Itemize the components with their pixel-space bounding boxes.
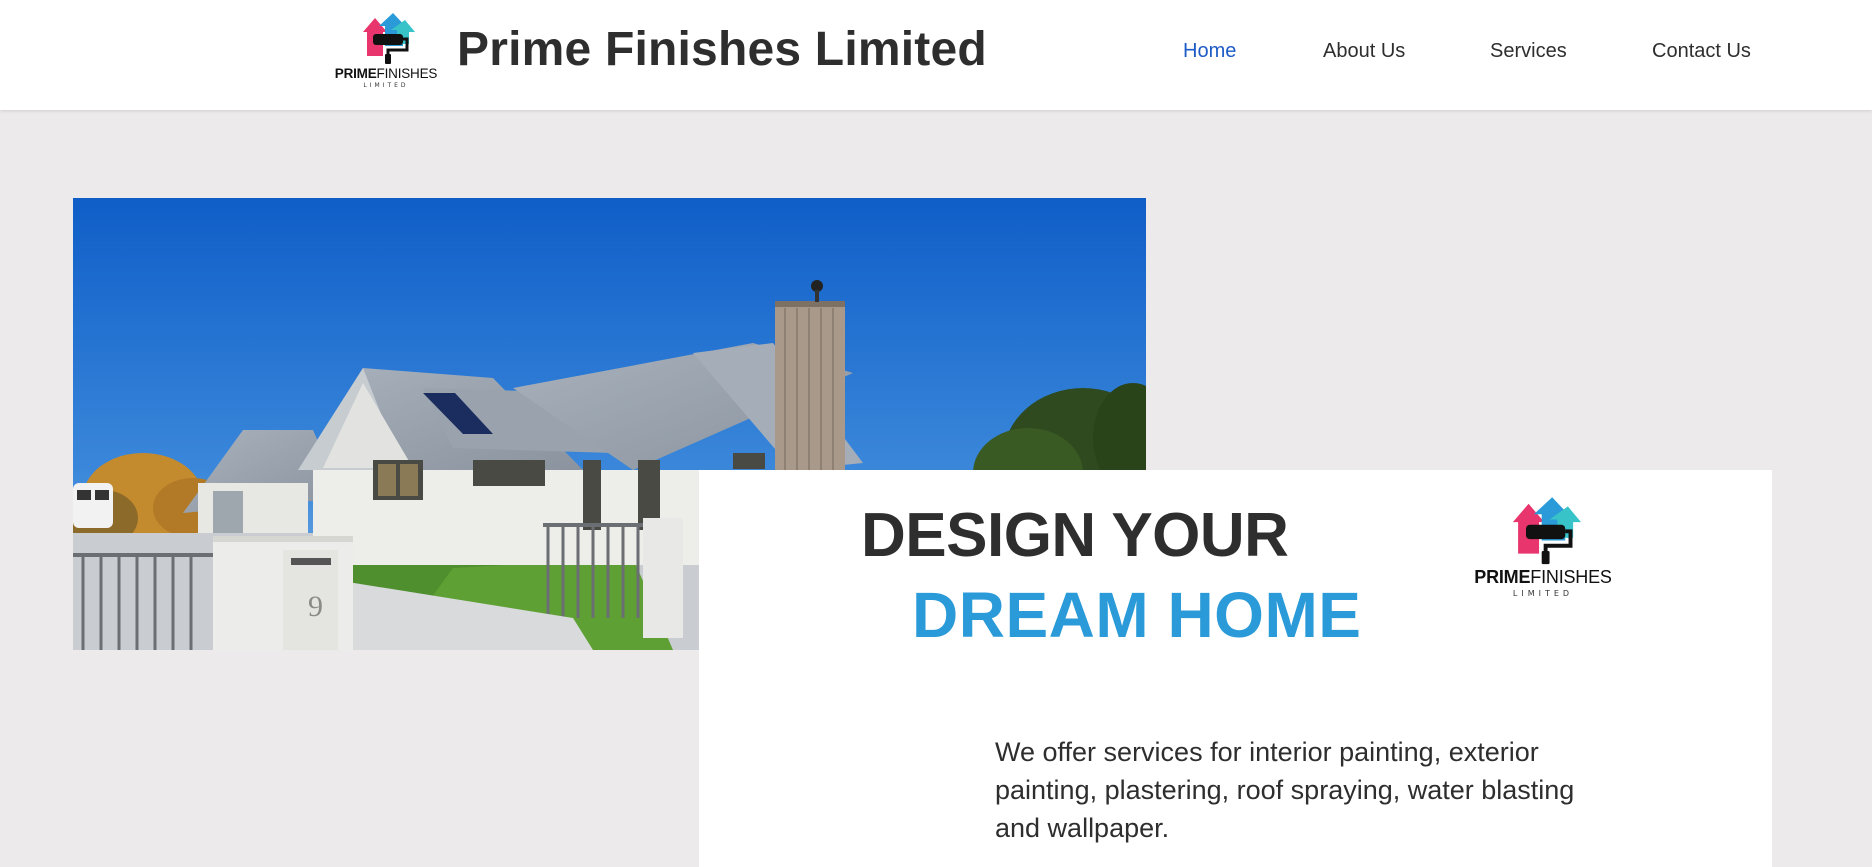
logo-brand-text: PRIMEFINISHES: [1468, 567, 1618, 588]
logo-brand-bold: PRIME: [334, 66, 377, 81]
nav-services[interactable]: Services: [1490, 40, 1567, 63]
logo-brand-bold: PRIME: [1474, 567, 1531, 587]
house-number-text: 9: [308, 590, 323, 623]
nav-home[interactable]: Home: [1183, 40, 1236, 63]
hero-panel: DESIGN YOUR DREAM HOME PRIMEFINISHES LIM…: [699, 470, 1772, 867]
headline-line-2: DREAM HOME: [912, 579, 1362, 651]
main-nav: Home About Us Services Contact Us: [0, 40, 1872, 64]
site-header: PRIMEFINISHES LIMITED Prime Finishes Lim…: [0, 0, 1872, 110]
services-description: We offer services for interior painting,…: [995, 737, 1575, 843]
panel-logo: PRIMEFINISHES LIMITED: [1468, 495, 1618, 598]
logo-brand-text: PRIMEFINISHES: [330, 66, 442, 81]
nav-about-us[interactable]: About Us: [1323, 40, 1405, 63]
logo-brand-regular: FINISHES: [376, 66, 438, 81]
logo-brand-sub: LIMITED: [363, 82, 409, 89]
headline-line-1: DESIGN YOUR: [861, 501, 1289, 570]
logo-brand-sub: LIMITED: [1512, 589, 1574, 598]
logo-brand-regular: FINISHES: [1530, 567, 1612, 587]
paint-roller-house-logo-icon: [1512, 497, 1581, 565]
nav-contact-us[interactable]: Contact Us: [1652, 40, 1751, 63]
